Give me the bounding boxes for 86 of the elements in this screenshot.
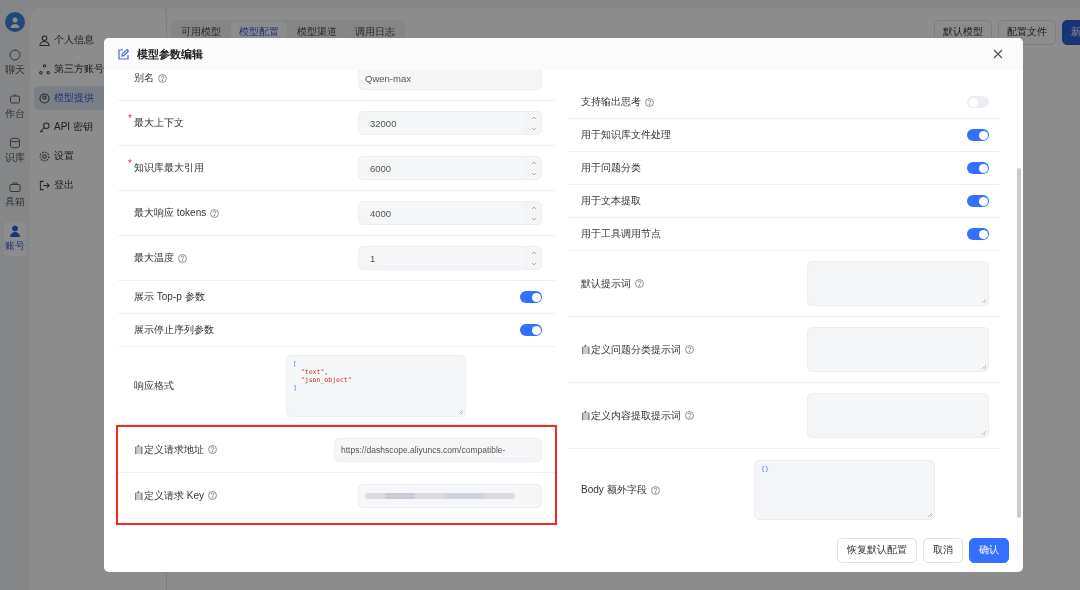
sidebar-item[interactable]: 登出 (34, 173, 162, 197)
toolbar-button[interactable]: 新 (1062, 20, 1080, 45)
toggle-switch[interactable] (967, 228, 989, 240)
help-icon[interactable] (685, 345, 694, 354)
rail-icon (9, 225, 21, 237)
field-label: 响应格式 (134, 378, 174, 393)
chevron-down-icon[interactable] (531, 171, 537, 176)
dialog-button[interactable]: 确认 (969, 537, 1009, 563)
textarea-field[interactable] (807, 261, 989, 306)
resize-grip-icon[interactable] (458, 408, 463, 414)
chevron-up-icon[interactable] (531, 250, 537, 255)
chevron-down-icon[interactable] (531, 216, 537, 221)
nodes-icon (39, 63, 50, 75)
field-label: 自定义请求 Key (134, 488, 204, 503)
number-field[interactable]: 1 (358, 246, 542, 270)
toggle-switch[interactable] (967, 195, 989, 207)
dialog-title: 模型参数编辑 (137, 46, 203, 62)
field-label: 自定义内容提取提示词 (581, 408, 681, 423)
number-field[interactable]: 32000 (358, 111, 542, 135)
rail-item[interactable]: 聊天 (4, 46, 26, 80)
rail-icon (9, 181, 21, 193)
help-icon[interactable] (208, 445, 217, 454)
target-icon (39, 92, 50, 104)
rail-item[interactable]: 识库 (4, 134, 26, 168)
rail-item[interactable]: 具箱 (4, 178, 26, 212)
toggle-switch[interactable] (520, 291, 542, 303)
help-icon[interactable] (208, 491, 217, 500)
number-field[interactable]: 6000 (358, 156, 542, 180)
required-mark: * (128, 113, 133, 124)
logout-icon (39, 179, 50, 191)
field-label: 知识库最大引用 (134, 161, 204, 175)
chevron-up-icon[interactable] (531, 205, 537, 210)
rail-icon (9, 93, 21, 105)
field-label: 自定义问题分类提示词 (581, 342, 681, 357)
help-icon[interactable] (645, 97, 654, 107)
help-icon[interactable] (635, 279, 644, 288)
resize-grip-icon[interactable] (981, 364, 986, 369)
resize-grip-icon[interactable] (927, 512, 932, 517)
field-label: 用于知识库文件处理 (581, 128, 671, 142)
help-icon[interactable] (178, 253, 187, 263)
field-label: 用于工具调用节点 (581, 227, 661, 241)
dialog-button[interactable]: 取消 (923, 537, 963, 563)
toggle-switch[interactable] (967, 162, 989, 174)
help-icon[interactable] (158, 73, 167, 83)
required-mark: * (128, 158, 133, 169)
resize-grip-icon[interactable] (981, 298, 986, 303)
number-field[interactable]: 4000 (358, 201, 542, 225)
field-label: 最大上下文 (134, 116, 184, 130)
dialog-button[interactable]: 恢复默认配置 (837, 537, 917, 563)
close-icon[interactable] (993, 49, 1003, 59)
help-icon[interactable] (650, 485, 660, 495)
toggle-switch[interactable] (520, 324, 542, 336)
field-label: 展示停止序列参数 (134, 323, 214, 337)
key-icon (39, 121, 50, 133)
edit-icon (118, 48, 129, 60)
field-label: 最大温度 (134, 251, 174, 265)
input-field[interactable]: Qwen-max (358, 70, 542, 90)
help-icon[interactable] (210, 208, 220, 218)
rail-icon (9, 137, 21, 149)
chevron-up-icon[interactable] (531, 160, 537, 165)
chevron-down-icon[interactable] (531, 126, 537, 131)
settings-icon (39, 150, 50, 162)
field-label: 最大响应 tokens (134, 206, 207, 220)
help-icon[interactable] (685, 411, 694, 420)
field-label: 用于问题分类 (581, 161, 641, 175)
rail-icon (9, 49, 21, 61)
field-label: 自定义请求地址 (134, 442, 204, 457)
field-label: 默认提示词 (581, 276, 631, 291)
input-field[interactable]: https://dashscope.aliyuncs.com/compatible- (334, 437, 542, 462)
rail-item[interactable]: 账号 (4, 222, 26, 256)
avatar-icon[interactable] (5, 12, 25, 32)
textarea-field[interactable] (807, 327, 989, 372)
toggle-switch[interactable] (967, 129, 989, 141)
rail-item[interactable]: 作台 (4, 90, 26, 124)
person-icon (39, 34, 50, 46)
field-label: 展示 Top-p 参数 (134, 290, 205, 304)
textarea-field[interactable] (807, 393, 989, 438)
field-label: 支持输出思考 (581, 95, 641, 109)
masked-input-field[interactable] (358, 483, 542, 508)
scrollbar-thumb[interactable] (1017, 168, 1021, 518)
field-label: Body 额外字段 (581, 483, 647, 497)
resize-grip-icon[interactable] (981, 430, 986, 435)
field-label: 别名 (134, 71, 154, 85)
field-label: 用于文本提取 (581, 194, 641, 208)
chevron-up-icon[interactable] (531, 115, 537, 120)
chevron-down-icon[interactable] (531, 261, 537, 266)
